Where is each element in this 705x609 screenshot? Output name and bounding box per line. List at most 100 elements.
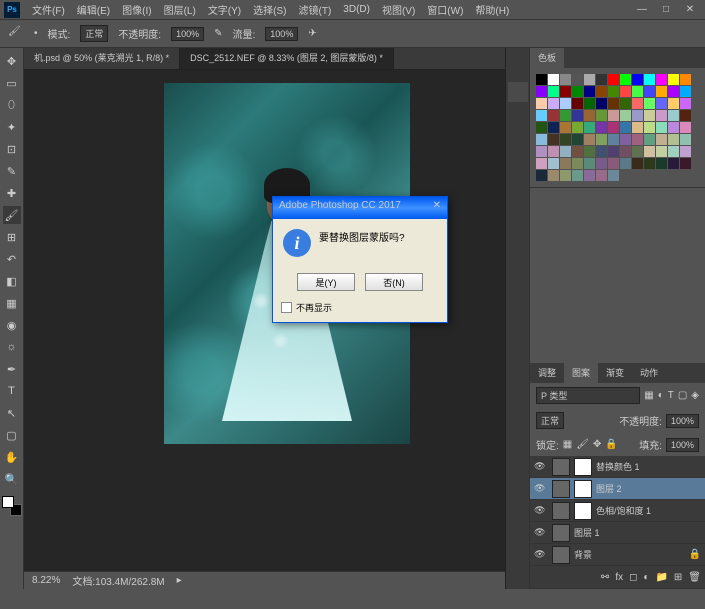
mask-thumbnail[interactable] bbox=[574, 480, 592, 498]
swatch[interactable] bbox=[536, 98, 547, 109]
swatch[interactable] bbox=[620, 122, 631, 133]
swatch[interactable] bbox=[620, 146, 631, 157]
layer-name[interactable]: 图层 2 bbox=[596, 482, 701, 495]
swatch[interactable] bbox=[608, 74, 619, 85]
no-button[interactable]: 否(N) bbox=[365, 273, 423, 291]
flow-input[interactable]: 100% bbox=[265, 27, 298, 41]
healing-tool[interactable]: ✚ bbox=[3, 184, 21, 202]
swatch[interactable] bbox=[680, 110, 691, 121]
document-tab-1[interactable]: 机.psd @ 50% (莱克溯光 1, R/8) * bbox=[24, 48, 180, 69]
swatch[interactable] bbox=[656, 158, 667, 169]
swatch[interactable] bbox=[656, 110, 667, 121]
delete-layer-icon[interactable]: 🗑 bbox=[688, 572, 701, 583]
doc-info-arrow[interactable]: ▸ bbox=[177, 575, 182, 586]
layer-thumbnail[interactable] bbox=[552, 458, 570, 476]
layer-thumbnail[interactable] bbox=[552, 546, 570, 564]
swatch[interactable] bbox=[668, 98, 679, 109]
visibility-toggle[interactable]: 👁 bbox=[534, 549, 548, 560]
swatch[interactable] bbox=[656, 74, 667, 85]
swatch[interactable] bbox=[680, 86, 691, 97]
layer-thumbnail[interactable] bbox=[552, 524, 570, 542]
layer-row[interactable]: 👁色相/饱和度 1 bbox=[530, 500, 705, 522]
swatch[interactable] bbox=[656, 146, 667, 157]
swatch[interactable] bbox=[584, 86, 595, 97]
swatch[interactable] bbox=[536, 134, 547, 145]
group-icon[interactable]: 📁 bbox=[655, 572, 667, 583]
swatch[interactable] bbox=[632, 158, 643, 169]
brush-preset[interactable]: • bbox=[34, 28, 38, 39]
lock-all-icon[interactable]: 🔒 bbox=[605, 439, 617, 450]
filter-smart-icon[interactable]: ◈ bbox=[691, 390, 699, 401]
color-picker[interactable] bbox=[2, 496, 22, 516]
swatch[interactable] bbox=[572, 98, 583, 109]
eyedropper-tool[interactable]: ✎ bbox=[3, 162, 21, 180]
layer-opacity-input[interactable]: 100% bbox=[666, 414, 699, 428]
swatch[interactable] bbox=[584, 98, 595, 109]
zoom-tool[interactable]: 🔍 bbox=[3, 470, 21, 488]
magic-wand-tool[interactable]: ✦ bbox=[3, 118, 21, 136]
swatch[interactable] bbox=[536, 122, 547, 133]
swatch[interactable] bbox=[536, 170, 547, 181]
menu-type[interactable]: 文字(Y) bbox=[202, 0, 247, 19]
swatch[interactable] bbox=[536, 86, 547, 97]
swatch[interactable] bbox=[668, 74, 679, 85]
swatch[interactable] bbox=[608, 158, 619, 169]
swatch[interactable] bbox=[620, 158, 631, 169]
foreground-color[interactable] bbox=[2, 496, 14, 508]
swatch[interactable] bbox=[608, 134, 619, 145]
dont-show-checkbox[interactable] bbox=[281, 302, 292, 313]
swatch[interactable] bbox=[656, 98, 667, 109]
visibility-toggle[interactable]: 👁 bbox=[534, 483, 548, 494]
visibility-toggle[interactable]: 👁 bbox=[534, 527, 548, 538]
swatch[interactable] bbox=[644, 158, 655, 169]
layer-thumbnail[interactable] bbox=[552, 480, 570, 498]
dialog-close-icon[interactable]: ✕ bbox=[433, 200, 441, 216]
swatch[interactable] bbox=[620, 134, 631, 145]
swatch[interactable] bbox=[584, 110, 595, 121]
swatch[interactable] bbox=[548, 158, 559, 169]
swatch[interactable] bbox=[608, 110, 619, 121]
adjustment-layer-icon[interactable]: ◐ bbox=[643, 572, 649, 583]
filter-shape-icon[interactable]: ▢ bbox=[678, 390, 687, 401]
swatch[interactable] bbox=[584, 134, 595, 145]
swatch[interactable] bbox=[548, 110, 559, 121]
move-tool[interactable]: ✥ bbox=[3, 52, 21, 70]
new-layer-icon[interactable]: ⊞ bbox=[674, 572, 682, 583]
layer-name[interactable]: 替换颜色 1 bbox=[596, 460, 701, 473]
swatch[interactable] bbox=[668, 134, 679, 145]
swatch[interactable] bbox=[668, 146, 679, 157]
menu-image[interactable]: 图像(I) bbox=[116, 0, 157, 19]
filter-adjust-icon[interactable]: ◐ bbox=[658, 390, 664, 401]
blur-tool[interactable]: ◉ bbox=[3, 316, 21, 334]
swatch[interactable] bbox=[656, 122, 667, 133]
menu-window[interactable]: 窗口(W) bbox=[421, 0, 469, 19]
swatch[interactable] bbox=[644, 110, 655, 121]
swatch[interactable] bbox=[668, 122, 679, 133]
swatch[interactable] bbox=[548, 134, 559, 145]
swatch[interactable] bbox=[680, 158, 691, 169]
filter-pixel-icon[interactable]: ▦ bbox=[644, 390, 653, 401]
swatch[interactable] bbox=[584, 158, 595, 169]
swatch[interactable] bbox=[584, 146, 595, 157]
shape-tool[interactable]: ▢ bbox=[3, 426, 21, 444]
mask-thumbnail[interactable] bbox=[574, 458, 592, 476]
swatch[interactable] bbox=[620, 110, 631, 121]
layer-row[interactable]: 👁背景🔒 bbox=[530, 544, 705, 566]
swatch[interactable] bbox=[608, 86, 619, 97]
swatch[interactable] bbox=[656, 134, 667, 145]
maximize-button[interactable]: □ bbox=[655, 3, 677, 17]
swatch[interactable] bbox=[536, 110, 547, 121]
layer-filter-select[interactable]: P 类型 bbox=[536, 387, 640, 404]
gradient-tool[interactable]: ▦ bbox=[3, 294, 21, 312]
swatches-tab[interactable]: 色板 bbox=[530, 48, 564, 68]
layer-row[interactable]: 👁替换颜色 1 bbox=[530, 456, 705, 478]
swatch[interactable] bbox=[548, 98, 559, 109]
menu-view[interactable]: 视图(V) bbox=[376, 0, 421, 19]
menu-edit[interactable]: 编辑(E) bbox=[71, 0, 116, 19]
swatch[interactable] bbox=[644, 98, 655, 109]
swatch[interactable] bbox=[632, 146, 643, 157]
menu-filter[interactable]: 滤镜(T) bbox=[293, 0, 338, 19]
eraser-tool[interactable]: ◧ bbox=[3, 272, 21, 290]
type-tool[interactable]: T bbox=[3, 382, 21, 400]
menu-layer[interactable]: 图层(L) bbox=[158, 0, 202, 19]
